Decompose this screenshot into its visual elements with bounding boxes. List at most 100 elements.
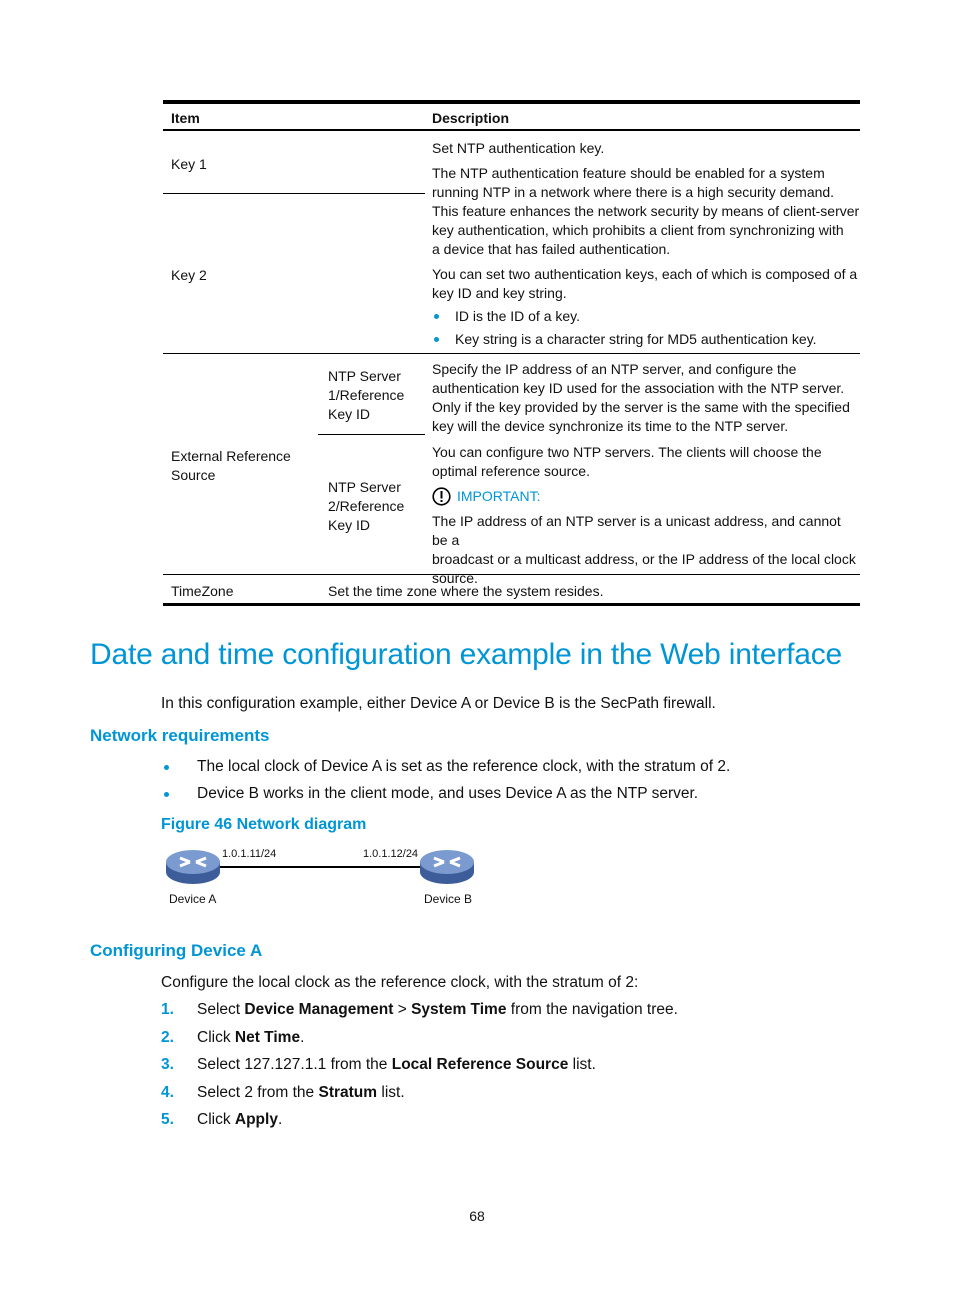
bullet-text: Device B works in the client mode, and u… xyxy=(197,785,699,802)
text-line: authentication key ID used for the assoc… xyxy=(432,380,845,396)
text-line: key ID and key string. xyxy=(432,285,567,301)
router-icon-device-a xyxy=(166,850,220,884)
ntp-server-description: Specify the IP address of an NTP server,… xyxy=(432,360,860,588)
device-a-label: Device A xyxy=(169,892,217,906)
ui-ref-stratum: Stratum xyxy=(318,1084,378,1101)
menu-path-system-time: System Time xyxy=(411,1001,507,1018)
table-cell-timezone-description: Set the time zone where the system resid… xyxy=(328,583,604,599)
figure-caption: Figure 46 Network diagram xyxy=(161,816,367,833)
step-number: 4. xyxy=(161,1084,174,1101)
requirement-bullet: The local clock of Device A is set as th… xyxy=(161,757,730,777)
key-desc-p3: You can set two authentication keys, eac… xyxy=(432,265,860,303)
step-text: > xyxy=(393,1001,412,1018)
section-intro: In this configuration example, either De… xyxy=(161,695,716,712)
step-2: 2. Click Net Time. xyxy=(161,1028,304,1048)
device-b-label: Device B xyxy=(424,892,473,906)
table-header-item: Item xyxy=(171,110,200,126)
step-number: 3. xyxy=(161,1056,174,1073)
requirement-bullet: Device B works in the client mode, and u… xyxy=(161,784,698,804)
network-requirements-heading: Network requirements xyxy=(90,726,270,745)
ntp-desc-p2: You can configure two NTP servers. The c… xyxy=(432,443,860,481)
text-line: You can configure two NTP servers. The c… xyxy=(432,444,822,460)
device-a-ip: 1.0.1.11/24 xyxy=(222,848,277,860)
text-line: Only if the key provided by the server i… xyxy=(432,399,850,415)
table-cell-ntp-server-1: NTP Server 1/Reference Key ID xyxy=(328,367,404,424)
text-line: key authentication, which prohibits a cl… xyxy=(432,222,844,238)
configuring-device-a-heading: Configuring Device A xyxy=(90,941,263,960)
text-line: This feature enhances the network securi… xyxy=(432,203,860,219)
bullet-icon xyxy=(434,314,439,319)
text-line: Key ID xyxy=(328,517,371,533)
text-line: NTP Server xyxy=(328,479,401,495)
row-divider xyxy=(163,574,860,575)
text-line: The IP address of an NTP server is a uni… xyxy=(432,513,841,548)
text-line: a device that has failed authentication. xyxy=(432,241,671,257)
text-line: The NTP authentication feature should be… xyxy=(432,165,825,181)
step-text: Select 2 from the xyxy=(197,1084,319,1101)
table-cell-key1: Key 1 xyxy=(171,156,207,172)
text-line: NTP Server xyxy=(328,368,401,384)
network-diagram: 1.0.1.11/24 1.0.1.12/24 Device A Device … xyxy=(160,840,490,915)
table-cell-ntp-server-2: NTP Server 2/Reference Key ID xyxy=(328,478,404,535)
step-text: list. xyxy=(568,1056,596,1073)
key-desc-p2: The NTP authentication feature should be… xyxy=(432,164,860,259)
router-icon-device-b xyxy=(420,850,474,884)
step-text: . xyxy=(300,1029,305,1046)
step-number: 1. xyxy=(161,1001,174,1018)
step-4: 4. Select 2 from the Stratum list. xyxy=(161,1083,405,1103)
page-number: 68 xyxy=(469,1208,485,1224)
step-text: from the navigation tree. xyxy=(506,1001,678,1018)
table-header-description: Description xyxy=(432,110,510,126)
step-text: Click xyxy=(197,1111,235,1128)
key-description: Set NTP authentication key. The NTP auth… xyxy=(432,139,860,349)
key-desc-p1: Set NTP authentication key. xyxy=(432,140,605,156)
bullet-text: The local clock of Device A is set as th… xyxy=(197,758,731,775)
important-icon xyxy=(432,487,451,506)
step-text: Select 127.127.1.1 from the xyxy=(197,1056,392,1073)
step-1: 1. Select Device Management > System Time… xyxy=(161,1000,678,1020)
row-divider xyxy=(163,193,425,194)
text-line: 2/Reference xyxy=(328,498,405,514)
step-text: Click xyxy=(197,1029,235,1046)
table-cell-key2: Key 2 xyxy=(171,267,207,283)
bullet-text: Key string is a character string for MD5… xyxy=(455,331,817,347)
table-header-rule xyxy=(163,129,860,131)
ntp-desc-p1: Specify the IP address of an NTP server,… xyxy=(432,360,860,436)
text-line: You can set two authentication keys, eac… xyxy=(432,266,858,282)
text-line: optimal reference source. xyxy=(432,463,590,479)
table-bottom-rule xyxy=(163,603,860,606)
table-top-rule xyxy=(163,100,860,104)
ui-ref-apply: Apply xyxy=(234,1111,278,1128)
configuring-intro: Configure the local clock as the referen… xyxy=(161,974,639,991)
bullet-icon xyxy=(434,337,439,342)
text-line: 1/Reference xyxy=(328,387,405,403)
text-line: External Reference xyxy=(171,448,291,464)
row-divider xyxy=(318,434,425,435)
ui-ref-local-reference-source: Local Reference Source xyxy=(391,1056,569,1073)
menu-path-device-management: Device Management xyxy=(244,1001,394,1018)
table-cell-timezone: TimeZone xyxy=(171,583,234,599)
link-line xyxy=(220,866,420,868)
row-divider xyxy=(163,353,860,354)
bullet-icon xyxy=(164,792,169,797)
bullet-text: ID is the ID of a key. xyxy=(455,308,581,324)
table-cell-external-reference-source: External Reference Source xyxy=(171,447,291,485)
step-text: . xyxy=(277,1111,283,1128)
step-3: 3. Select 127.127.1.1 from the Local Refe… xyxy=(161,1055,596,1075)
device-b-ip: 1.0.1.12/24 xyxy=(363,848,419,860)
step-5: 5. Click Apply. xyxy=(161,1110,282,1130)
text-line: key will the device synchronize its time… xyxy=(432,418,789,434)
bullet-icon xyxy=(164,765,169,770)
step-text: list. xyxy=(377,1084,405,1101)
step-number: 2. xyxy=(161,1029,174,1046)
ui-ref-net-time: Net Time xyxy=(234,1029,301,1046)
step-number: 5. xyxy=(161,1111,174,1128)
important-label: IMPORTANT: xyxy=(457,488,541,504)
text-line: broadcast or a multicast address, or the… xyxy=(432,551,856,567)
text-line: running NTP in a network where there is … xyxy=(432,184,835,200)
important-text: The IP address of an NTP server is a uni… xyxy=(432,512,860,588)
text-line: Key ID xyxy=(328,406,371,422)
important-notice: IMPORTANT: xyxy=(432,487,860,506)
step-text: Select xyxy=(197,1001,245,1018)
key-desc-bullet: ID is the ID of a key. xyxy=(432,307,860,326)
